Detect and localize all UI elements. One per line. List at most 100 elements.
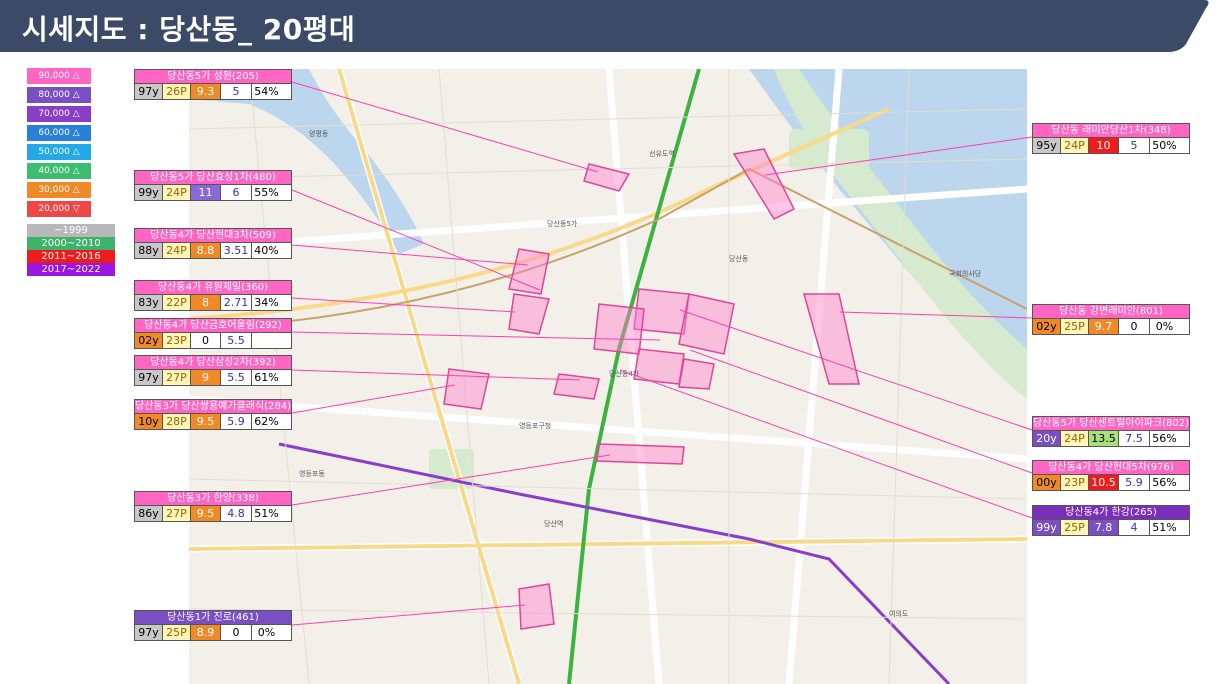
jeonse-price: 4	[1119, 520, 1150, 535]
jeonse-price: 0	[221, 625, 252, 640]
complex-callout[interactable]: 당산동3가 당산쌍용예가클래식(284) 10y 28P 9.5 5.9 62%	[134, 399, 292, 430]
pyeong-size: 25P	[163, 625, 191, 640]
complex-callout[interactable]: 당산동4가 유원제일(360) 83y 22P 8 2.71 34%	[134, 280, 292, 311]
complex-stats: 99y 25P 7.8 4 51%	[1032, 519, 1190, 536]
complex-callout[interactable]: 당산동1가 진로(461) 97y 25P 8.9 0 0%	[134, 610, 292, 641]
sale-price: 9.5	[191, 414, 221, 429]
pyeong-size: 28P	[163, 414, 191, 429]
jeonse-ratio: 34%	[254, 296, 279, 309]
built-year: 97y	[135, 625, 163, 640]
built-year: 20y	[1033, 431, 1061, 446]
jeonse-price: 0	[1119, 319, 1150, 334]
pyeong-size: 27P	[163, 370, 191, 385]
jeonse-ratio: 62%	[254, 415, 279, 428]
sale-price: 9.7	[1089, 319, 1119, 334]
built-year: 97y	[135, 84, 163, 99]
complex-callout[interactable]: 당산동5가 당산센트럴아이파크(802) 20y 24P 13.5 7.5 56…	[1032, 416, 1190, 447]
jeonse-ratio: 40%	[254, 244, 279, 257]
sale-price: 13.5	[1089, 431, 1119, 446]
complex-name: 당산동4가 당산현대5차(976)	[1032, 460, 1190, 474]
sale-price: 9.5	[191, 506, 221, 521]
complex-name: 당산동5가 당산효성1차(480)	[134, 170, 292, 184]
jeonse-price: 3.51	[221, 243, 252, 258]
pyeong-size: 24P	[1061, 138, 1089, 153]
jeonse-ratio: 56%	[1152, 476, 1177, 489]
jeonse-price: 4.8	[221, 506, 252, 521]
jeonse-ratio: 50%	[1152, 139, 1177, 152]
built-year: 99y	[1033, 520, 1061, 535]
complex-callout[interactable]: 당산동4가 당산금호어울림(292) 02y 23P 0 5.5	[134, 318, 292, 349]
built-year: 02y	[135, 333, 163, 348]
sale-price: 9	[191, 370, 221, 385]
jeonse-ratio: 61%	[254, 371, 279, 384]
jeonse-price: 6	[221, 185, 252, 200]
built-year: 95y	[1033, 138, 1061, 153]
complex-name: 당산동4가 당산현대3차(509)	[134, 228, 292, 242]
pyeong-size: 27P	[163, 506, 191, 521]
built-year: 86y	[135, 506, 163, 521]
complex-name: 당산동 래미안당산1차(348)	[1032, 123, 1190, 137]
jeonse-ratio: 55%	[254, 186, 279, 199]
pyeong-size: 25P	[1061, 520, 1089, 535]
built-year: 02y	[1033, 319, 1061, 334]
complex-name: 당산동4가 유원제일(360)	[134, 280, 292, 294]
pyeong-size: 26P	[163, 84, 191, 99]
jeonse-price: 5.5	[221, 333, 252, 348]
complex-name: 당산동4가 당산삼성2차(392)	[134, 355, 292, 369]
jeonse-ratio: 0%	[257, 626, 276, 639]
complex-callout[interactable]: 당산동 강변래미안(801) 02y 25P 9.7 0 0%	[1032, 304, 1190, 335]
pyeong-size: 24P	[163, 243, 191, 258]
pyeong-size: 25P	[1061, 319, 1089, 334]
complex-callout[interactable]: 당산동5가 성원(205) 97y 26P 9.3 5 54%	[134, 69, 292, 100]
pyeong-size: 23P	[1061, 475, 1089, 490]
complex-name: 당산동5가 성원(205)	[134, 69, 292, 83]
pyeong-size: 22P	[163, 295, 191, 310]
complex-callout[interactable]: 당산동 래미안당산1차(348) 95y 24P 10 5 50%	[1032, 123, 1190, 154]
complex-callout[interactable]: 당산동4가 한강(265) 99y 25P 7.8 4 51%	[1032, 505, 1190, 536]
complex-stats: 97y 25P 8.9 0 0%	[134, 624, 292, 641]
complex-stats: 99y 24P 11 6 55%	[134, 184, 292, 201]
jeonse-ratio: 56%	[1152, 432, 1177, 445]
jeonse-ratio: 54%	[254, 85, 279, 98]
sale-price: 8.8	[191, 243, 221, 258]
jeonse-price: 5.5	[221, 370, 252, 385]
sale-price: 10.5	[1089, 475, 1119, 490]
complex-stats: 02y 25P 9.7 0 0%	[1032, 318, 1190, 335]
built-year: 83y	[135, 295, 163, 310]
complex-name: 당산동3가 한양(338)	[134, 491, 292, 505]
jeonse-ratio	[252, 333, 281, 348]
sale-price: 7.8	[1089, 520, 1119, 535]
built-year: 00y	[1033, 475, 1061, 490]
jeonse-price: 5	[221, 84, 252, 99]
complex-callout[interactable]: 당산동4가 당산삼성2차(392) 97y 27P 9 5.5 61%	[134, 355, 292, 386]
built-year: 10y	[135, 414, 163, 429]
pyeong-size: 23P	[163, 333, 191, 348]
sale-price: 8	[191, 295, 221, 310]
jeonse-ratio: 51%	[254, 507, 279, 520]
complex-stats: 10y 28P 9.5 5.9 62%	[134, 413, 292, 430]
sale-price: 10	[1089, 138, 1119, 153]
complex-callout[interactable]: 당산동4가 당산현대5차(976) 00y 23P 10.5 5.9 56%	[1032, 460, 1190, 491]
built-year: 97y	[135, 370, 163, 385]
built-year: 88y	[135, 243, 163, 258]
complex-callout[interactable]: 당산동4가 당산현대3차(509) 88y 24P 8.8 3.51 40%	[134, 228, 292, 259]
complex-stats: 97y 27P 9 5.5 61%	[134, 369, 292, 386]
complex-stats: 20y 24P 13.5 7.5 56%	[1032, 430, 1190, 447]
jeonse-price: 5.9	[1119, 475, 1150, 490]
sale-price: 11	[191, 185, 221, 200]
complex-name: 당산동1가 진로(461)	[134, 610, 292, 624]
complex-name: 당산동5가 당산센트럴아이파크(802)	[1032, 416, 1190, 430]
jeonse-price: 5	[1119, 138, 1150, 153]
jeonse-ratio: 51%	[1152, 521, 1177, 534]
sale-price: 8.9	[191, 625, 221, 640]
complex-stats: 88y 24P 8.8 3.51 40%	[134, 242, 292, 259]
jeonse-price: 5.9	[221, 414, 252, 429]
complex-name: 당산동4가 한강(265)	[1032, 505, 1190, 519]
jeonse-price: 7.5	[1119, 431, 1150, 446]
complex-callout[interactable]: 당산동3가 한양(338) 86y 27P 9.5 4.8 51%	[134, 491, 292, 522]
sale-price: 0	[191, 333, 221, 348]
complex-stats: 95y 24P 10 5 50%	[1032, 137, 1190, 154]
built-year: 99y	[135, 185, 163, 200]
complex-callout[interactable]: 당산동5가 당산효성1차(480) 99y 24P 11 6 55%	[134, 170, 292, 201]
jeonse-price: 2.71	[221, 295, 252, 310]
